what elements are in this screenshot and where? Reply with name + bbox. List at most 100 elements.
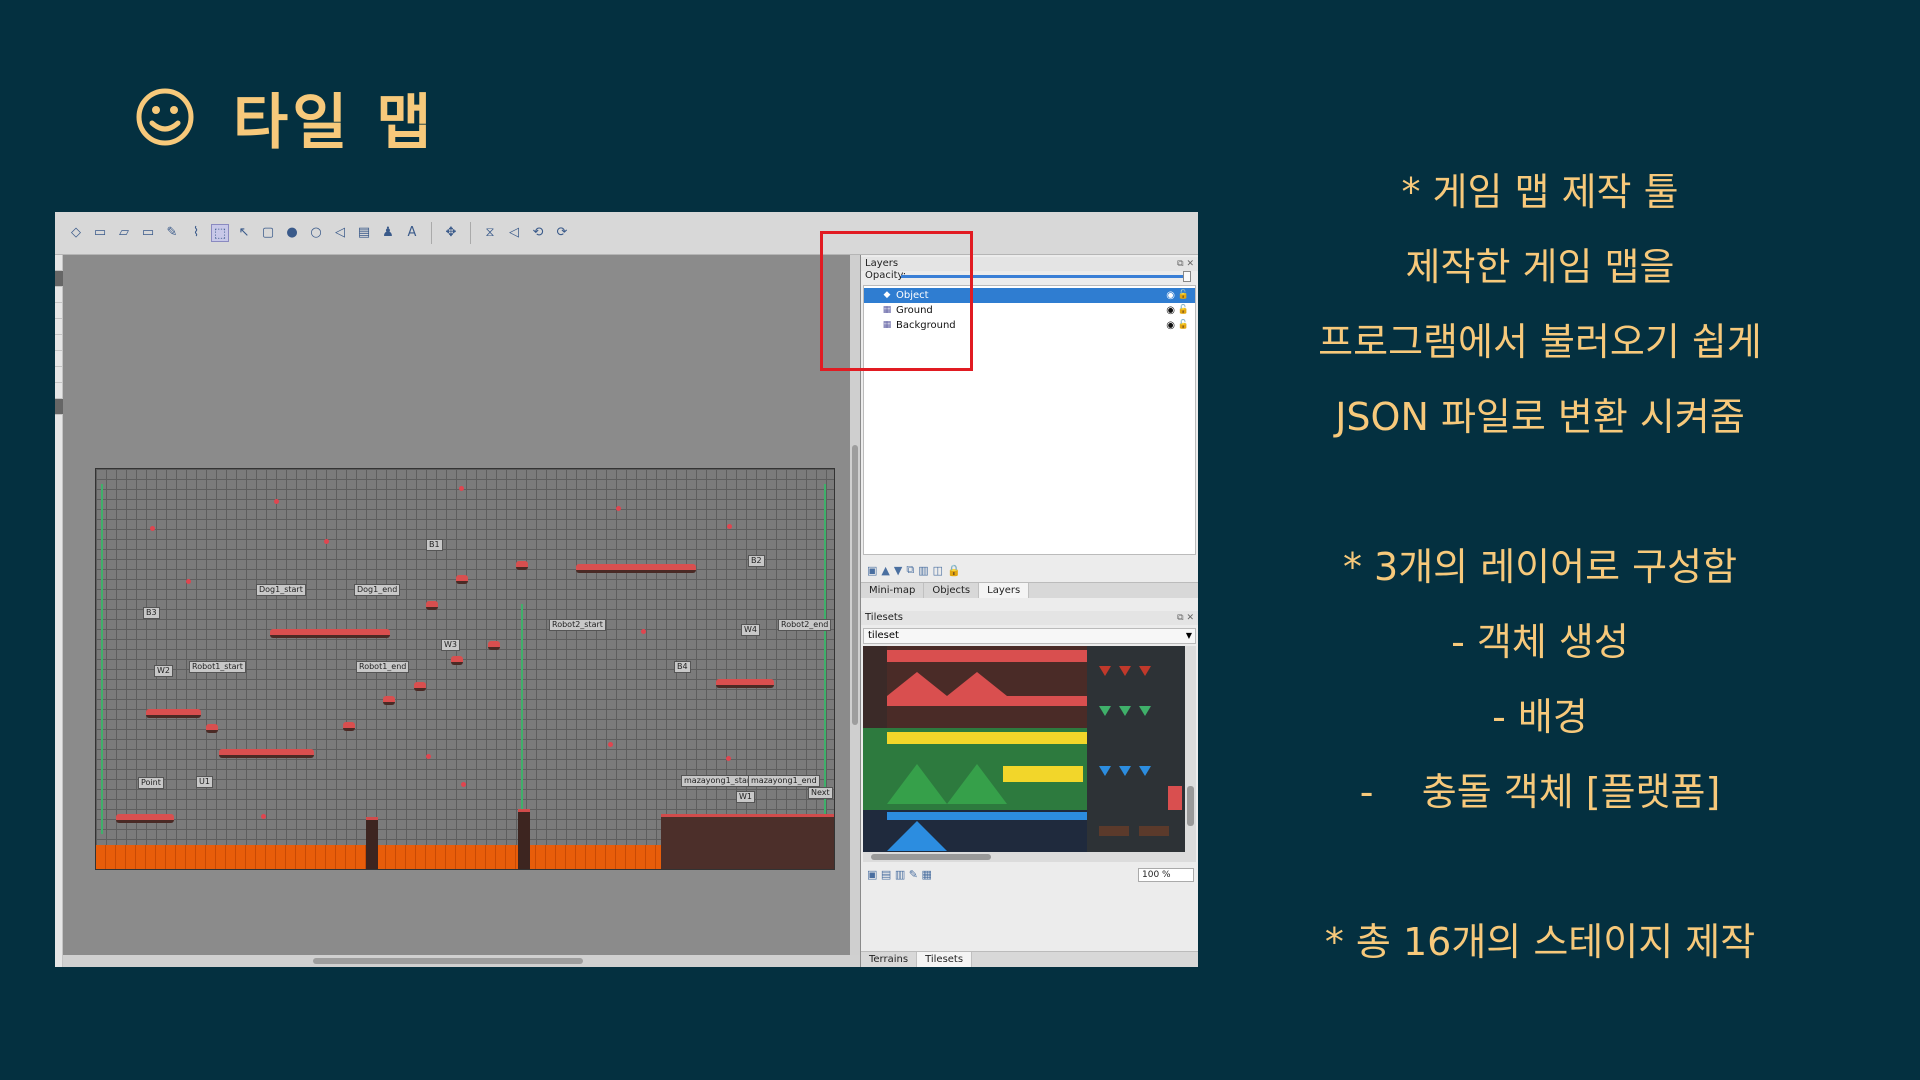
note-line: 프로그램에서 불러오기 쉽게 (1318, 320, 1762, 364)
edit-tileset-icon[interactable]: ✎ (909, 868, 918, 881)
eye-icon[interactable]: ◉ (1166, 318, 1175, 333)
slide-notes: * 게임 맵 제작 툴 제작한 게임 맵을 프로그램에서 불러오기 쉽게 JSO… (1300, 155, 1780, 980)
flip-horizontal-icon[interactable]: ⧖ (481, 224, 499, 242)
tab-terrains[interactable]: Terrains (861, 952, 918, 967)
insert-point-icon[interactable]: ● (283, 224, 301, 242)
map-object-label[interactable]: mazayong1_start (681, 775, 757, 787)
map-object-label[interactable]: Dog1_start (256, 584, 306, 596)
spawn-dot (616, 506, 621, 511)
move-icon[interactable]: ✥ (442, 224, 460, 242)
path-rail (521, 604, 523, 809)
duplicate-icon[interactable]: ⧉ (906, 563, 914, 577)
platform (516, 561, 528, 570)
tileset-vertical-scrollbar[interactable] (1185, 646, 1196, 852)
chevron-down-icon[interactable]: ▼ (1186, 629, 1192, 643)
map-object-label[interactable]: B2 (748, 555, 765, 567)
tab-tilesets[interactable]: Tilesets (917, 952, 973, 967)
tab-mini-map[interactable]: Mini-map (861, 583, 925, 598)
map-object-label[interactable]: B4 (674, 661, 691, 673)
platform (116, 814, 174, 823)
lock-icon[interactable]: 🔓 (1178, 318, 1189, 333)
rotate-left-icon[interactable]: ⟲ (529, 224, 547, 242)
lava-floor (96, 845, 661, 869)
note-line: * 총 16개의 스테이지 제작 (1324, 920, 1756, 964)
map-object-label[interactable]: Robot1_end (356, 661, 410, 673)
map-object-label[interactable]: mazayong1_end (748, 775, 820, 787)
map-object-label[interactable]: U1 (196, 776, 213, 788)
platform (270, 629, 390, 638)
platform (451, 656, 463, 665)
object-select-icon[interactable]: ⬚ (211, 224, 229, 242)
rectangle-icon[interactable]: ▭ (91, 224, 109, 242)
lock-layer-icon[interactable]: 🔒 (947, 564, 961, 577)
platform (414, 682, 426, 691)
import-tileset-icon[interactable]: ▤ (881, 868, 891, 881)
map-canvas[interactable]: Dog1_start Dog1_end B1 B2 Robot2_start R… (63, 255, 853, 955)
pillar (518, 809, 530, 869)
picker-icon[interactable]: ⌇ (187, 224, 205, 242)
opacity-slider-handle[interactable] (1183, 271, 1191, 282)
layer-toolbar: ▣ ▲ ▼ ⧉ ▥ ◫ 🔒 (861, 561, 1198, 579)
insert-ellipse-icon[interactable]: ○ (307, 224, 325, 242)
edit-polygon-icon[interactable]: ↖ (235, 224, 253, 242)
delete-icon[interactable]: ▥ (918, 564, 928, 577)
insert-text-icon[interactable]: A (403, 224, 421, 242)
note-line (1300, 830, 1780, 905)
wand-icon[interactable]: ✎ (163, 224, 181, 242)
new-tileset-icon[interactable]: ▣ (867, 868, 877, 881)
tab-objects[interactable]: Objects (924, 583, 980, 598)
map-object-label[interactable]: Point (138, 777, 164, 789)
lock-icon[interactable]: 🔓 (1178, 303, 1189, 318)
note-line: - 배경 (1492, 695, 1588, 739)
insert-template-icon[interactable]: ♟ (379, 224, 397, 242)
tilesets-tabs: Terrains Tilesets (861, 951, 1198, 967)
smiley-icon (136, 88, 194, 146)
fill-icon[interactable]: ▭ (139, 224, 157, 242)
platform (456, 575, 468, 584)
add-layer-icon[interactable]: ▣ (867, 564, 877, 577)
map-object-label[interactable]: Robot2_end (778, 619, 832, 631)
eye-icon[interactable]: ◉ (1166, 288, 1175, 303)
move-up-icon[interactable]: ▲ (881, 564, 889, 577)
map-object-label[interactable]: W4 (741, 624, 760, 636)
spawn-dot (608, 742, 613, 747)
map-object-label[interactable]: W3 (441, 639, 460, 651)
tile-map[interactable]: Dog1_start Dog1_end B1 B2 Robot2_start R… (95, 468, 835, 870)
eye-icon[interactable]: ◉ (1166, 303, 1175, 318)
tileset-horizontal-scrollbar[interactable] (863, 852, 1196, 862)
map-object-label[interactable]: W2 (154, 665, 173, 677)
tileset-view[interactable] (863, 646, 1185, 852)
eraser-icon[interactable]: ▱ (115, 224, 133, 242)
map-object-label[interactable]: Robot1_start (189, 661, 246, 673)
map-object-label[interactable]: B1 (426, 539, 443, 551)
toolbar-separator (431, 222, 432, 244)
spawn-dot (726, 756, 731, 761)
export-tileset-icon[interactable]: ▥ (895, 868, 905, 881)
tab-layers[interactable]: Layers (979, 583, 1030, 598)
move-down-icon[interactable]: ▼ (894, 564, 902, 577)
rotate-right-icon[interactable]: ⟳ (553, 224, 571, 242)
insert-polygon-icon[interactable]: ◁ (331, 224, 349, 242)
pillar (366, 817, 378, 869)
map-object-label[interactable]: Next (808, 787, 833, 799)
note-line: * 3개의 레이어로 구성함 (1342, 545, 1738, 589)
canvas-horizontal-scrollbar[interactable] (63, 955, 860, 967)
lock-icon[interactable]: 🔓 (1178, 288, 1189, 303)
insert-tile-icon[interactable]: ▤ (355, 224, 373, 242)
tilesets-panel-title: Tilesets ⧉ ✕ (861, 611, 1198, 625)
group-icon[interactable]: ◫ (933, 564, 943, 577)
map-object-label[interactable]: B3 (143, 607, 160, 619)
path-rail (824, 484, 826, 814)
flip-vertical-icon[interactable]: ◁ (505, 224, 523, 242)
map-object-label[interactable]: Robot2_start (549, 619, 606, 631)
insert-rectangle-icon[interactable]: ▢ (259, 224, 277, 242)
select-tool-icon[interactable]: ◇ (67, 224, 85, 242)
tileset-zoom-select[interactable]: 100 % (1138, 868, 1194, 882)
tileset-tab[interactable]: tileset ▼ (863, 628, 1196, 644)
remove-tileset-icon[interactable]: ▦ (921, 868, 931, 881)
map-object-label[interactable]: W1 (736, 791, 755, 803)
map-object-label[interactable]: Dog1_end (354, 584, 401, 596)
panel-close-icon[interactable]: ⧉ ✕ (1177, 611, 1194, 625)
spawn-dot (150, 526, 155, 531)
platform (206, 724, 218, 733)
